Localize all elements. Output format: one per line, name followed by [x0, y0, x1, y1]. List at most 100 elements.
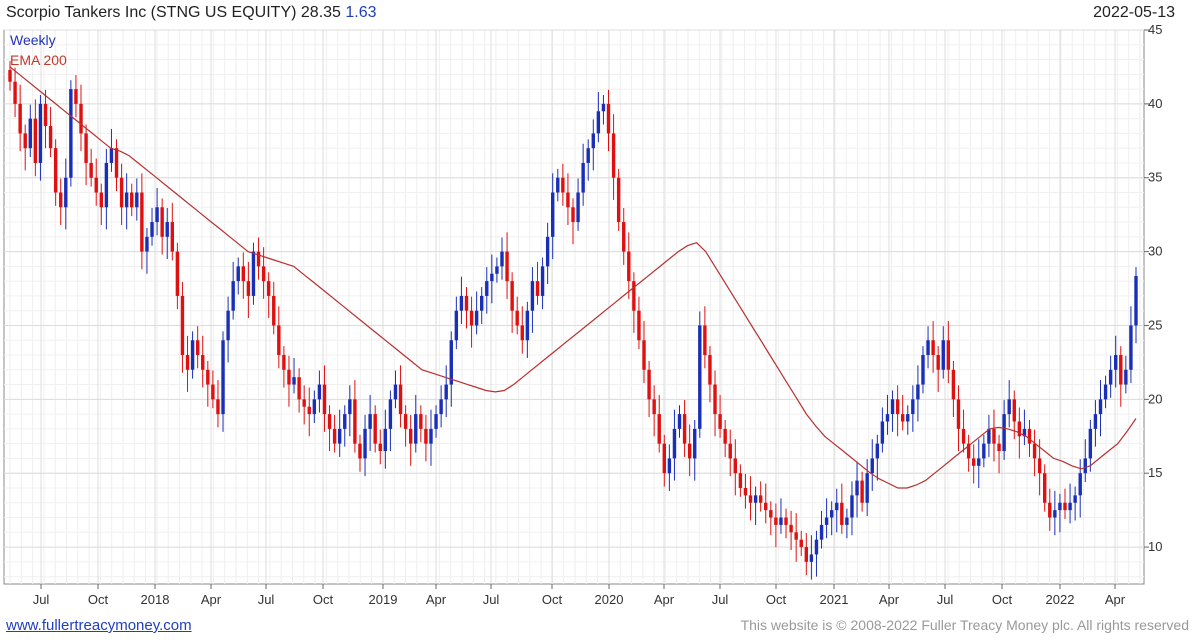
- candle-body: [657, 414, 661, 444]
- x-tick-label: 2019: [369, 592, 398, 607]
- candle-body: [449, 340, 453, 385]
- candle-body: [753, 495, 758, 503]
- candle-body: [591, 133, 595, 149]
- candle-body: [388, 399, 393, 429]
- candle-body: [256, 251, 261, 267]
- candle-body: [140, 192, 144, 252]
- candle-body: [292, 377, 296, 385]
- x-tick-label: Jul: [33, 592, 50, 607]
- candle-body: [170, 222, 175, 252]
- candle-body: [343, 414, 347, 429]
- candle-body: [185, 355, 190, 370]
- x-tick-label: Apr: [1105, 592, 1126, 607]
- candle-body: [231, 281, 235, 311]
- candle-body: [150, 222, 154, 237]
- candle-body: [500, 251, 504, 267]
- candle-body: [946, 340, 951, 370]
- candle-body: [698, 325, 702, 429]
- candle-body: [114, 148, 119, 178]
- candle-body: [74, 89, 78, 104]
- candle-body: [667, 458, 672, 474]
- candle-body: [616, 177, 621, 223]
- candle-body: [444, 384, 448, 400]
- legend-weekly: Weekly: [10, 32, 56, 48]
- candle-body: [824, 517, 829, 525]
- candle-body: [622, 222, 626, 252]
- candle-body: [322, 384, 327, 415]
- candle-body: [606, 103, 611, 134]
- candle-body: [1068, 502, 1072, 511]
- candle-body: [850, 495, 854, 518]
- candle-body: [971, 458, 976, 466]
- x-tick-label: 2021: [820, 592, 849, 607]
- candle-body: [895, 399, 900, 415]
- candle-body: [84, 133, 88, 163]
- candle-body: [48, 126, 53, 149]
- candle-body: [1119, 355, 1123, 385]
- website-link[interactable]: www.fullertreacymoney.com: [6, 617, 192, 634]
- candle-body: [601, 103, 606, 112]
- candle-body: [332, 428, 337, 444]
- y-tick-label: 35: [1148, 170, 1162, 185]
- candle-body: [845, 517, 849, 525]
- candle-body: [1129, 325, 1133, 370]
- candle-body: [1114, 355, 1118, 370]
- candle-body: [180, 295, 185, 356]
- candle-body: [926, 340, 930, 356]
- candle-body: [1027, 428, 1032, 444]
- candle-body: [819, 524, 824, 540]
- candle-body: [1073, 495, 1077, 503]
- candle-body: [525, 310, 530, 341]
- candle-body: [358, 443, 362, 459]
- candle-body: [662, 443, 666, 474]
- candle-body: [814, 539, 819, 555]
- candle-body: [956, 399, 961, 429]
- candle-body: [530, 281, 535, 311]
- candle-body: [1134, 275, 1138, 326]
- candle-body: [794, 532, 798, 540]
- candle-body: [307, 406, 311, 415]
- copyright-notice: This website is © 2008-2022 Fuller Treac…: [740, 617, 1189, 633]
- candle-body: [130, 192, 134, 208]
- candle-body: [677, 414, 682, 429]
- candle-body: [119, 177, 124, 208]
- y-tick-label: 10: [1148, 539, 1162, 554]
- candle-body: [69, 89, 73, 178]
- candle-body: [18, 103, 22, 134]
- y-tick-label: 25: [1148, 317, 1162, 332]
- candle-body: [175, 251, 180, 296]
- candle-body: [551, 192, 555, 237]
- candle-body: [545, 236, 550, 267]
- candle-body: [921, 355, 925, 385]
- candle-body: [317, 384, 322, 400]
- candle-body: [1002, 414, 1006, 452]
- candle-body: [809, 554, 814, 562]
- candle-body: [804, 547, 809, 562]
- candle-body: [703, 325, 707, 356]
- candle-body: [59, 192, 63, 208]
- candle-body: [520, 325, 524, 341]
- candle-body: [708, 355, 712, 385]
- candle-body: [627, 251, 631, 282]
- y-tick-label: 45: [1148, 22, 1162, 37]
- candle-body: [1058, 502, 1062, 511]
- candle-body: [403, 414, 408, 429]
- candle-body: [1078, 473, 1082, 496]
- candle-body: [540, 266, 545, 296]
- x-tick-label: Jul: [937, 592, 954, 607]
- candle-body: [246, 281, 251, 296]
- candle-body: [1032, 443, 1037, 459]
- candle-body: [1007, 399, 1011, 415]
- candle-body: [890, 399, 895, 415]
- candle-body: [348, 399, 352, 415]
- candle-body: [880, 421, 885, 444]
- candle-body: [870, 458, 874, 474]
- candle-body: [931, 340, 935, 356]
- candle-body: [241, 266, 246, 282]
- candle-body: [53, 148, 58, 193]
- candle-body: [713, 384, 717, 415]
- candle-body: [1088, 428, 1093, 459]
- candle-body: [368, 414, 372, 429]
- candle-body: [104, 162, 109, 208]
- candle-body: [865, 473, 869, 503]
